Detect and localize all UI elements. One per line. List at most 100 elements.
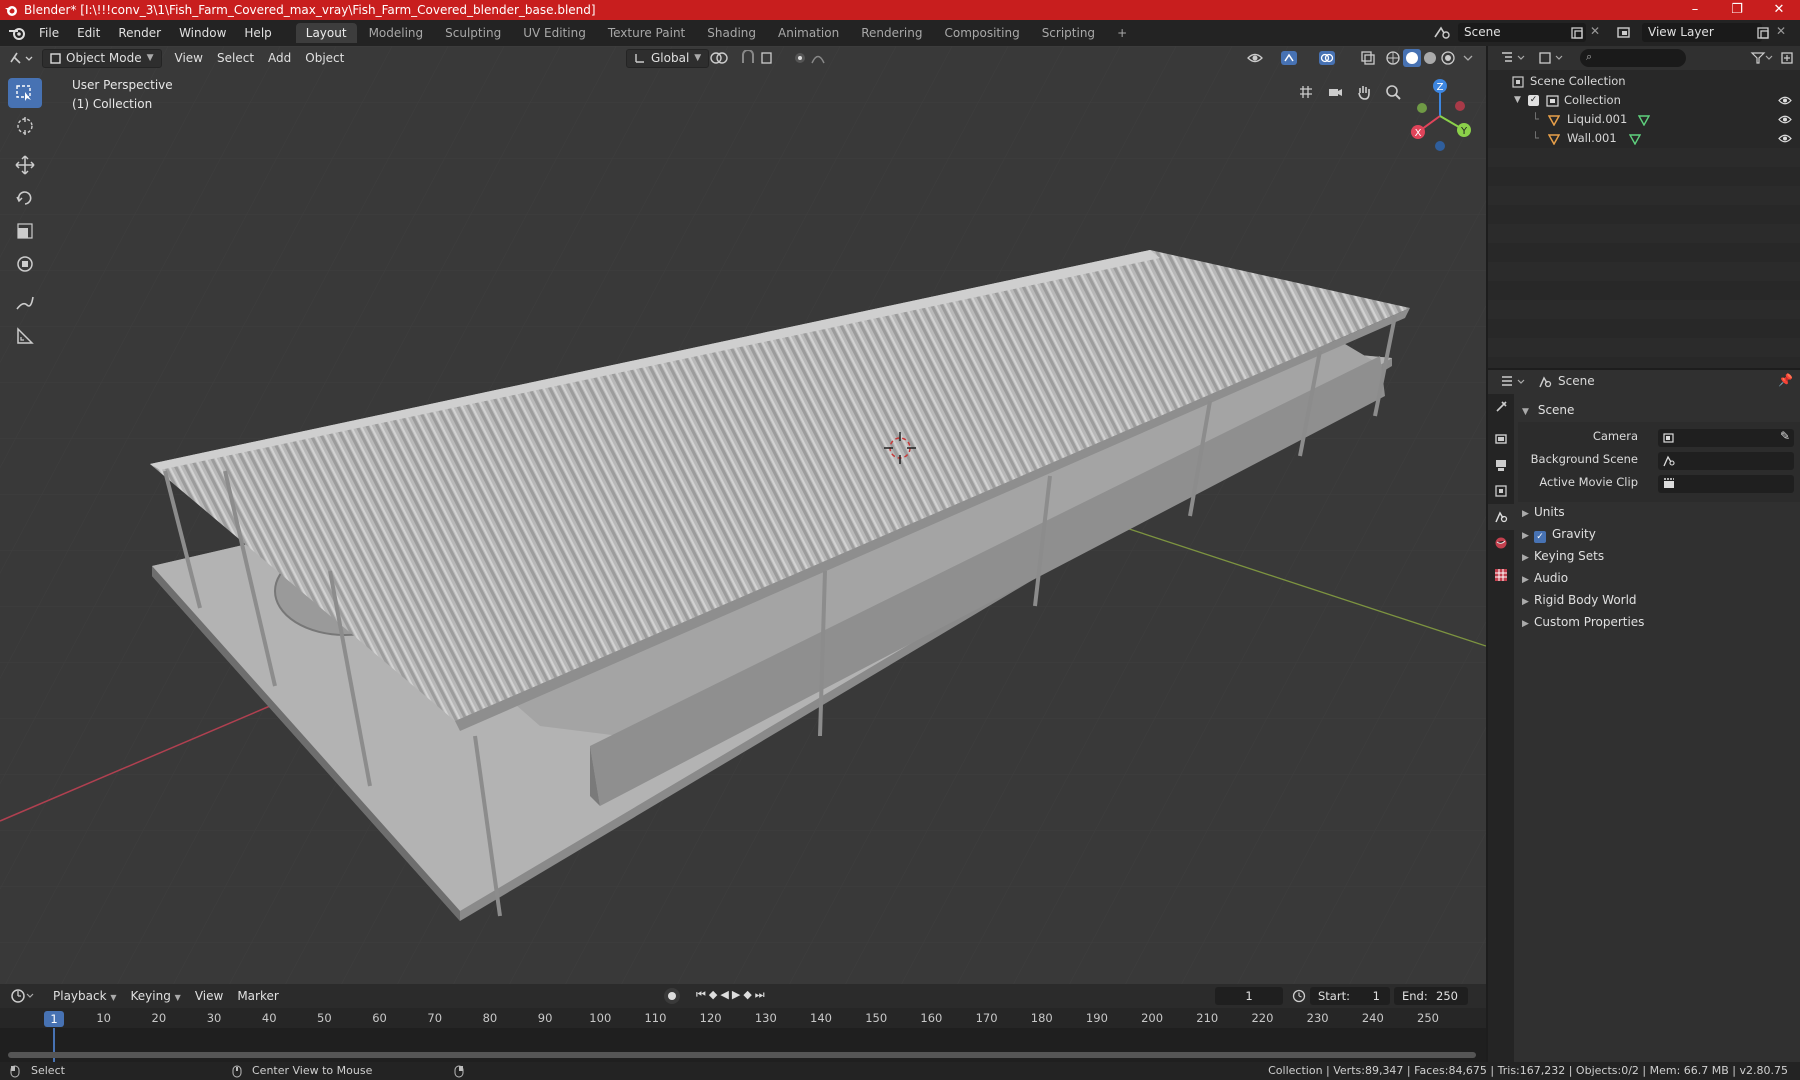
move-tool[interactable]: [8, 150, 42, 180]
prev-keyframe-icon[interactable]: ◆: [709, 988, 717, 1004]
measure-tool[interactable]: [8, 321, 42, 351]
blender-menu-icon[interactable]: [4, 23, 30, 43]
close-button[interactable]: ✕: [1758, 0, 1800, 20]
menu-object[interactable]: Object: [298, 49, 351, 68]
rotate-tool[interactable]: [8, 183, 42, 213]
viewport-scene[interactable]: [0, 46, 1486, 984]
outliner-object-row[interactable]: └ Liquid.001: [1488, 110, 1800, 129]
properties-editor-icon[interactable]: [1500, 375, 1528, 389]
clock-icon[interactable]: [1292, 989, 1306, 1003]
rigid-body-world-panel[interactable]: ▶ Rigid Body World: [1522, 590, 1637, 610]
gravity-panel[interactable]: ▶ ✓ Gravity: [1522, 524, 1596, 544]
timeline-track-area[interactable]: [0, 1028, 1486, 1062]
editor-type-icon[interactable]: [8, 49, 36, 67]
active-movie-clip-field[interactable]: [1658, 475, 1794, 493]
timeline-view-menu[interactable]: View: [188, 987, 230, 1006]
new-scene-icon[interactable]: [1570, 26, 1584, 40]
pan-view-button[interactable]: [1352, 80, 1376, 104]
keying-menu[interactable]: Keying ▼: [124, 987, 188, 1006]
timeline-scrollbar[interactable]: [8, 1052, 1476, 1058]
new-view-layer-icon[interactable]: [1756, 26, 1770, 40]
shading-modes-icon[interactable]: [1384, 49, 1484, 67]
orientation-dropdown[interactable]: Global ▼: [626, 48, 710, 68]
outliner-search-input[interactable]: ⌕: [1580, 49, 1686, 67]
scene-name-field[interactable]: Scene: [1458, 23, 1586, 42]
pivot-icon[interactable]: [708, 50, 734, 66]
tab-compositing[interactable]: Compositing: [934, 23, 1029, 43]
keying-sets-panel[interactable]: ▶ Keying Sets: [1522, 546, 1604, 566]
tab-animation[interactable]: Animation: [768, 23, 849, 43]
delete-view-layer-icon[interactable]: ✕: [1776, 24, 1786, 38]
cursor-tool[interactable]: [8, 111, 42, 141]
outliner-editor-icon[interactable]: [1500, 51, 1528, 65]
tab-texture[interactable]: [1488, 562, 1514, 588]
mode-dropdown[interactable]: Object Mode ▼: [42, 48, 162, 68]
tab-shading[interactable]: Shading: [697, 23, 766, 43]
xray-icon[interactable]: [1360, 50, 1376, 66]
end-frame-field[interactable]: End: 250: [1394, 987, 1468, 1005]
visibility-eye-icon[interactable]: [1778, 114, 1792, 125]
overlays-icon[interactable]: [1318, 50, 1352, 66]
minimize-button[interactable]: –: [1674, 0, 1716, 20]
tab-modeling[interactable]: Modeling: [359, 23, 434, 43]
visibility-eye-icon[interactable]: [1778, 95, 1792, 106]
custom-properties-panel[interactable]: ▶ Custom Properties: [1522, 612, 1644, 632]
current-frame-indicator[interactable]: 1: [44, 1011, 64, 1027]
3d-viewport[interactable]: Object Mode ▼ View Select Add Object Glo…: [0, 46, 1486, 984]
menu-select[interactable]: Select: [210, 49, 261, 68]
menu-edit[interactable]: Edit: [68, 20, 109, 46]
menu-render[interactable]: Render: [109, 20, 170, 46]
gravity-checkbox[interactable]: ✓: [1534, 531, 1546, 543]
maximize-button[interactable]: ❐: [1716, 0, 1758, 20]
timeline-ruler[interactable]: 1 10 20 30 40 50 60 70 80 90 100 110 120 130 140 150 16…: [0, 1008, 1486, 1028]
view-layer-field[interactable]: View Layer: [1642, 23, 1762, 42]
menu-file[interactable]: File: [30, 20, 68, 46]
units-panel[interactable]: ▶ Units: [1522, 502, 1565, 522]
proportional-edit-icon[interactable]: [792, 50, 840, 66]
select-box-tool[interactable]: [8, 78, 42, 108]
eyedropper-icon[interactable]: ✎: [1780, 429, 1790, 443]
tab-tool[interactable]: [1488, 394, 1514, 420]
display-mode-icon[interactable]: [1538, 51, 1566, 65]
tab-rendering[interactable]: Rendering: [851, 23, 932, 43]
tab-uv-editing[interactable]: UV Editing: [513, 23, 596, 43]
view-layer-icon[interactable]: [1616, 25, 1638, 41]
timeline-editor-icon[interactable]: [10, 988, 36, 1004]
tab-sculpting[interactable]: Sculpting: [435, 23, 511, 43]
outliner-object-row[interactable]: └ Wall.001: [1488, 129, 1800, 148]
camera-field[interactable]: ✎: [1658, 429, 1794, 447]
collection-checkbox[interactable]: ✓: [1528, 95, 1539, 106]
tab-texture-paint[interactable]: Texture Paint: [598, 23, 695, 43]
selectability-icon[interactable]: [1246, 50, 1274, 66]
menu-window[interactable]: Window: [170, 20, 235, 46]
menu-help[interactable]: Help: [235, 20, 280, 46]
pin-icon[interactable]: 📌: [1778, 373, 1793, 387]
scale-tool[interactable]: [8, 216, 42, 246]
tab-layout[interactable]: Layout: [295, 23, 357, 43]
menu-view[interactable]: View: [168, 49, 210, 68]
gizmo-toggle-icon[interactable]: [1280, 50, 1314, 66]
outliner-scene-collection[interactable]: Scene Collection: [1488, 72, 1800, 91]
play-icon[interactable]: ▶: [732, 988, 740, 1004]
tab-scene[interactable]: [1488, 504, 1514, 530]
audio-panel[interactable]: ▶ Audio: [1522, 568, 1568, 588]
visibility-eye-icon[interactable]: [1778, 133, 1792, 144]
marker-menu[interactable]: Marker: [230, 987, 285, 1006]
outliner-collection-row[interactable]: ▼ ✓ Collection: [1488, 91, 1800, 110]
new-collection-icon[interactable]: [1780, 51, 1794, 65]
scene-selector-icon[interactable]: [1432, 25, 1454, 41]
tab-scripting[interactable]: Scripting: [1032, 23, 1105, 43]
transform-tool[interactable]: [8, 249, 42, 279]
playback-menu[interactable]: Playback ▼: [46, 987, 124, 1006]
scene-panel-header[interactable]: ▼ Scene: [1522, 400, 1574, 420]
grid-view-button[interactable]: [1294, 80, 1318, 104]
next-keyframe-icon[interactable]: ◆: [743, 988, 751, 1004]
snap-icon[interactable]: [740, 50, 784, 66]
camera-view-button[interactable]: [1323, 80, 1347, 104]
expand-arrow-icon[interactable]: ▼: [1514, 91, 1521, 110]
record-icon[interactable]: [664, 988, 680, 1004]
add-workspace-button[interactable]: +: [1107, 23, 1137, 43]
jump-start-icon[interactable]: ⏮: [696, 988, 706, 1004]
filter-icon[interactable]: [1750, 51, 1774, 65]
delete-scene-icon[interactable]: ✕: [1590, 24, 1600, 38]
